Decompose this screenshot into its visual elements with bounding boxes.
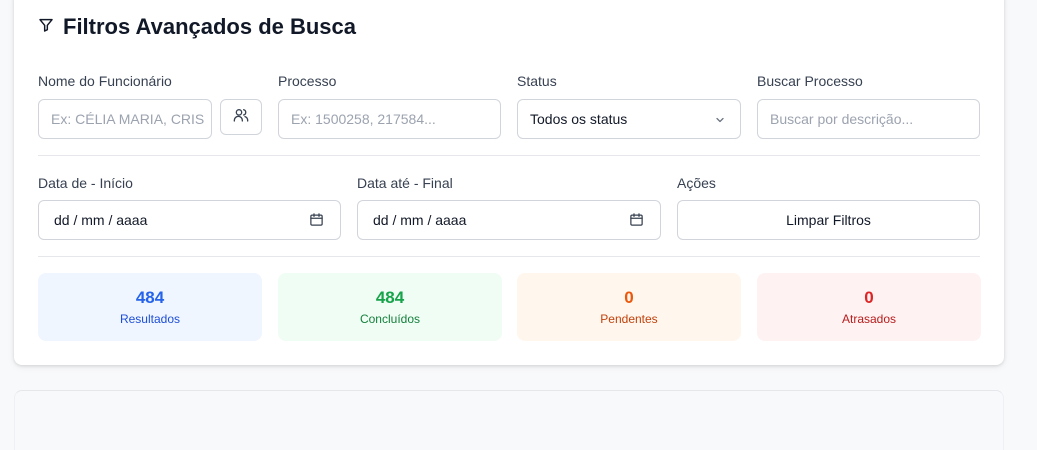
stat-pending: 0 Pendentes [517,273,741,341]
stat-value: 0 [624,288,634,307]
date-from-label: Data de - Início [38,175,133,191]
page-title: Filtros Avançados de Busca [63,14,357,39]
employee-input[interactable]: Ex: CÉLIA MARIA, CRIS [38,99,212,139]
filters-card: Filtros Avançados de Busca Nome do Funci… [14,0,1004,365]
search-placeholder: Buscar por descrição... [770,111,914,127]
stat-value: 0 [864,288,874,307]
date-from-value: dd / mm / aaaa [54,212,148,228]
process-placeholder: Ex: 1500258, 217584... [291,111,436,127]
filters-header: Filtros Avançados de Busca [38,14,356,40]
search-label: Buscar Processo [757,73,863,89]
search-input[interactable]: Buscar por descrição... [757,99,980,139]
divider [38,256,980,257]
stat-results: 484 Resultados [38,273,262,341]
clear-filters-button[interactable]: Limpar Filtros [677,200,980,240]
status-label: Status [517,73,557,89]
actions-label: Ações [677,175,716,191]
date-to-label: Data até - Final [357,175,453,191]
stat-overdue: 0 Atrasados [757,273,981,341]
date-from-input[interactable]: dd / mm / aaaa [38,200,341,240]
divider [38,155,980,156]
calendar-icon[interactable] [629,212,644,230]
results-panel [14,390,1004,450]
employee-label: Nome do Funcionário [38,73,172,89]
process-label: Processo [278,73,337,89]
date-to-value: dd / mm / aaaa [373,212,467,228]
stat-completed: 484 Concluídos [278,273,502,341]
stat-label: Concluídos [359,312,421,326]
status-value: Todos os status [530,111,628,127]
date-to-input[interactable]: dd / mm / aaaa [357,200,661,240]
stat-label: Atrasados [841,312,897,326]
calendar-icon[interactable] [309,212,324,230]
stat-value: 484 [375,288,405,307]
stat-label: Pendentes [600,312,658,326]
stat-label: Resultados [119,312,181,326]
status-select[interactable]: Todos os status [517,99,741,139]
chevron-down-icon [714,113,726,129]
users-icon [233,107,249,128]
employee-placeholder: Ex: CÉLIA MARIA, CRIS [51,111,205,127]
filter-icon [38,17,54,38]
select-employees-button[interactable] [220,99,262,135]
process-input[interactable]: Ex: 1500258, 217584... [278,99,501,139]
stat-value: 484 [135,288,165,307]
